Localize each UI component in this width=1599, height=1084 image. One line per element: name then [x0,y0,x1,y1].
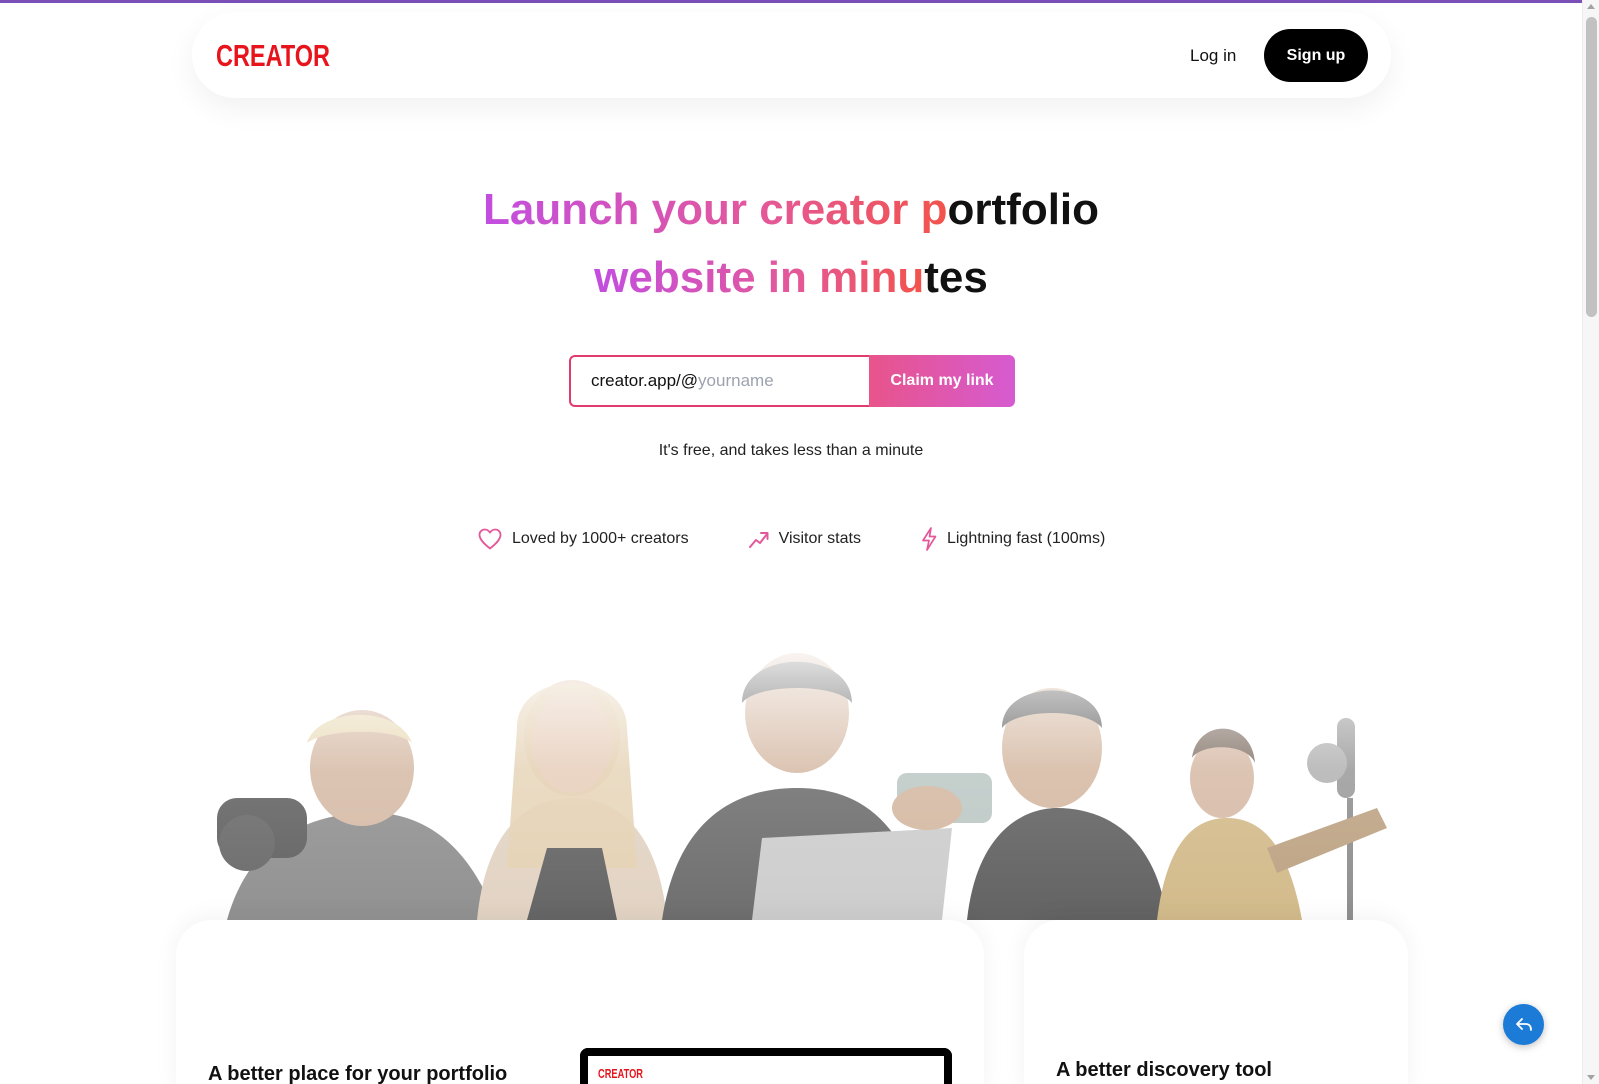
hero-title-line2-dark: tes [924,253,988,302]
lightning-icon [922,527,937,551]
claim-link-button[interactable]: Claim my link [869,355,1015,407]
feature-label: Lightning fast (100ms) [946,530,1106,547]
hero-title-line1-gradient: Launch your creator p [482,185,948,234]
url-prefix: creator.app/@ [591,371,699,390]
portfolio-card-title: A better place for your portfolio [208,1063,508,1084]
reply-icon [1515,1017,1532,1031]
laptop-preview-logo: CREATOR [598,1066,643,1080]
heart-icon [478,528,502,550]
hero-title-line2-gradient: website in minu [594,253,925,302]
feature-item-loved: Loved by 1000+ creators [478,528,689,550]
login-link[interactable]: Log in [1190,46,1236,66]
hero-title-line1-dark: ortfolio [947,185,1100,234]
svg-text:CREATOR: CREATOR [216,38,330,70]
scroll-down-arrow-icon[interactable] [1587,1075,1595,1080]
creator-logo[interactable]: CREATOR [216,38,332,70]
scroll-up-arrow-icon[interactable] [1587,4,1595,9]
creators-illustration [207,648,1407,920]
feature-item-stats: Visitor stats [748,530,861,548]
feature-label: Loved by 1000+ creators [512,530,689,547]
free-note: It's free, and takes less than a minute [658,442,924,459]
svg-text:CREATOR: CREATOR [598,1066,643,1080]
feature-list: Loved by 1000+ creators Visitor stats Li… [478,526,1105,552]
signup-button[interactable]: Sign up [1264,29,1368,82]
laptop-preview: CREATOR [580,1048,952,1084]
scroll-thumb[interactable] [1586,17,1597,317]
portfolio-card: A better place for your portfolio CREATO… [176,920,984,1084]
top-navbar: CREATOR Log in Sign up [192,12,1391,98]
feature-item-speed: Lightning fast (100ms) [921,527,1105,551]
claim-link-form: creator.app/@ Claim my link [569,355,1015,407]
trending-up-icon [748,532,769,548]
feature-label: Visitor stats [778,530,861,547]
discovery-card-title: A better discovery tool [1056,1059,1272,1081]
floating-action-button[interactable] [1503,1004,1544,1045]
discovery-card: A better discovery tool [1024,920,1408,1084]
username-field[interactable]: creator.app/@ [569,355,869,407]
top-accent-bar [0,0,1599,3]
username-input[interactable] [698,371,829,391]
hero-title: Launch your creator portfolio website in… [0,176,1582,312]
vertical-scrollbar[interactable] [1582,0,1599,1084]
